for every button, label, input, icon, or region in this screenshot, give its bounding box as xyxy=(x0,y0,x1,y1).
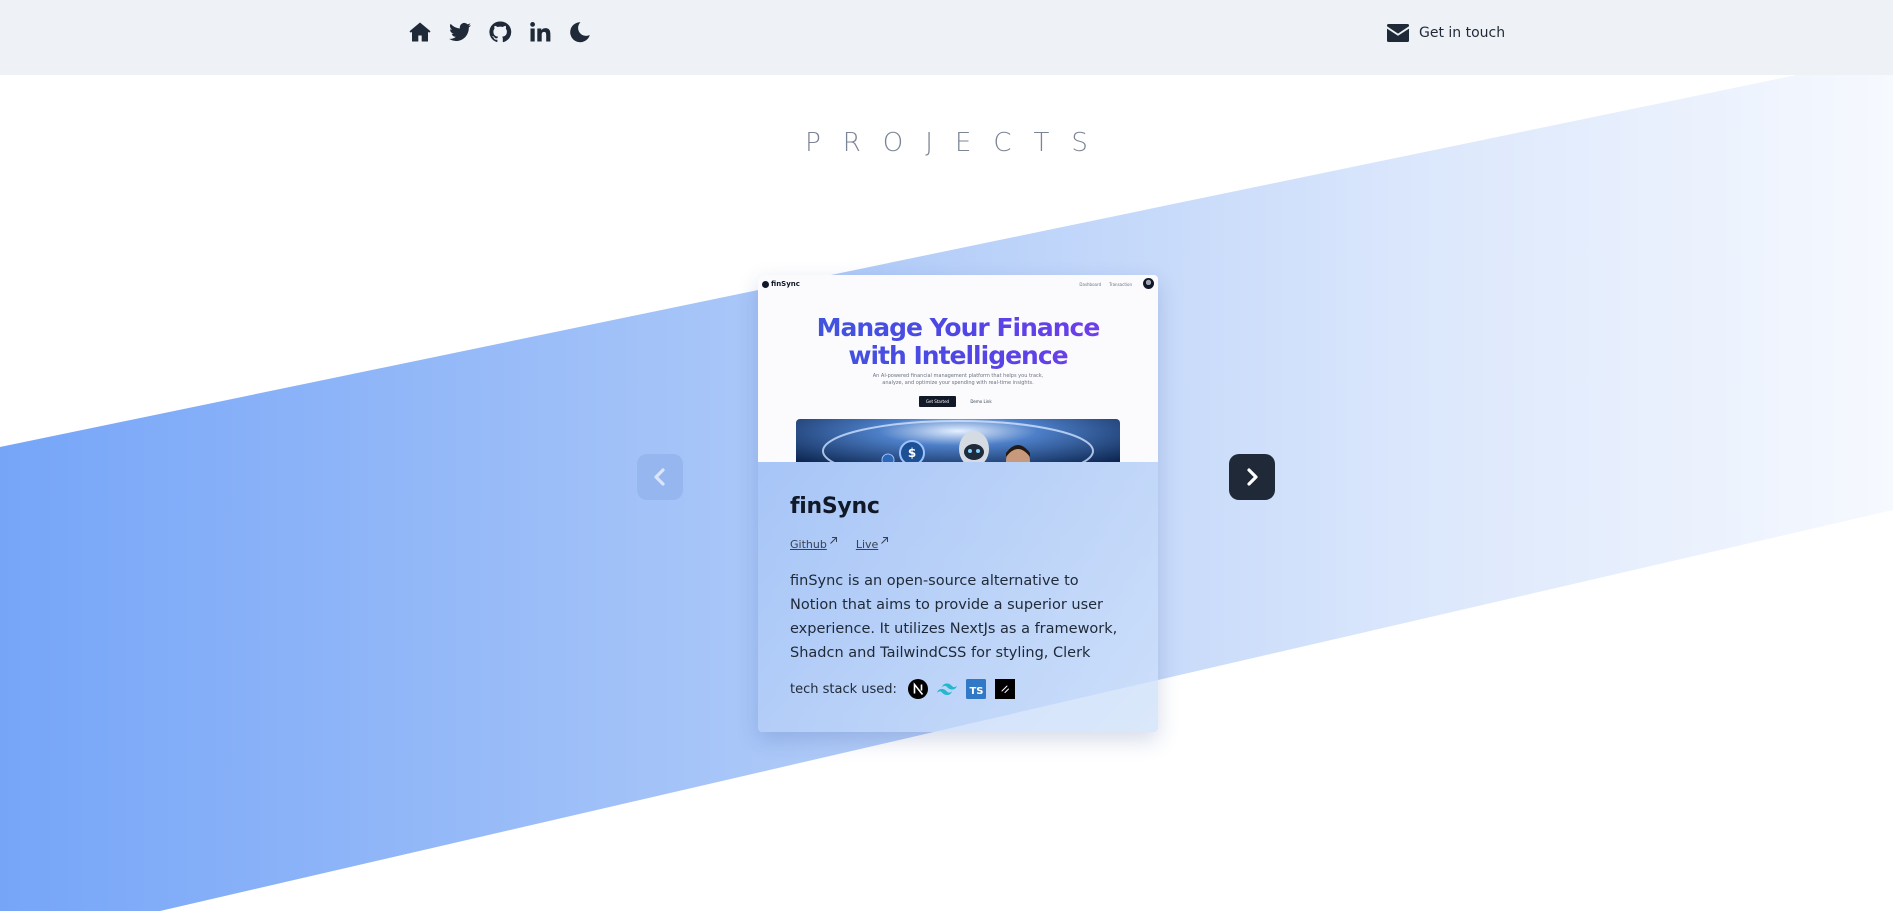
project-preview-image[interactable]: finSync Dashboard Transaction Manage You… xyxy=(758,275,1158,462)
get-in-touch-label: Get in touch xyxy=(1419,25,1506,41)
live-link-label: Live xyxy=(855,538,879,551)
project-github-link[interactable]: Github xyxy=(790,537,838,551)
preview-get-started-button: Get Started xyxy=(919,396,956,407)
nextjs-icon xyxy=(907,679,928,699)
preview-logo: finSync xyxy=(762,280,800,288)
twitter-icon[interactable] xyxy=(446,18,474,46)
section-title-projects: PROJECTS xyxy=(805,128,1110,158)
preview-nav-links: Dashboard Transaction xyxy=(1079,282,1132,287)
get-in-touch-link[interactable]: Get in touch xyxy=(1387,24,1505,42)
chevron-left-icon xyxy=(654,468,665,486)
project-card: finSync Dashboard Transaction Manage You… xyxy=(758,275,1158,732)
social-nav xyxy=(406,18,594,46)
project-links: Github Live xyxy=(790,537,1126,551)
project-card-body: finSync Github Live finSync is an open-s… xyxy=(758,462,1158,699)
carousel-prev-button[interactable] xyxy=(637,454,683,500)
envelope-icon xyxy=(1387,24,1409,42)
tech-stack-row: tech stack used: TS xyxy=(790,679,1126,699)
preview-subtext: An AI-powered financial management platf… xyxy=(872,373,1044,386)
moon-icon[interactable] xyxy=(566,18,594,46)
external-arrow-icon xyxy=(829,537,837,544)
top-navigation-bar: Get in touch xyxy=(0,0,1893,75)
project-description: finSync is an open-source alternative to… xyxy=(790,573,1118,661)
home-icon[interactable] xyxy=(406,18,434,46)
chevron-right-icon xyxy=(1247,468,1258,486)
tailwindcss-icon xyxy=(936,679,957,699)
preview-demo-button: Demo Link xyxy=(970,399,992,404)
preview-avatar xyxy=(1143,278,1154,289)
linkedin-icon[interactable] xyxy=(526,18,554,46)
preview-headline: Manage Your Finance with Intelligence xyxy=(758,314,1158,370)
svg-text:TS: TS xyxy=(969,686,983,697)
typescript-icon: TS xyxy=(965,679,986,699)
svg-text:$: $ xyxy=(908,446,916,460)
project-title: finSync xyxy=(790,494,880,519)
carousel-next-button[interactable] xyxy=(1229,454,1275,500)
preview-logo-mark xyxy=(762,280,769,288)
github-link-label: Github xyxy=(790,538,827,551)
tech-stack-label: tech stack used: xyxy=(790,681,897,697)
github-icon[interactable] xyxy=(486,18,514,46)
project-live-link[interactable]: Live xyxy=(855,537,889,551)
shadcn-icon xyxy=(994,679,1015,699)
preview-hero-image: $ xyxy=(796,419,1120,462)
preview-navbar: finSync Dashboard Transaction xyxy=(758,275,1158,293)
external-arrow-icon xyxy=(881,537,889,544)
tech-stack-icons: TS xyxy=(907,679,1015,699)
